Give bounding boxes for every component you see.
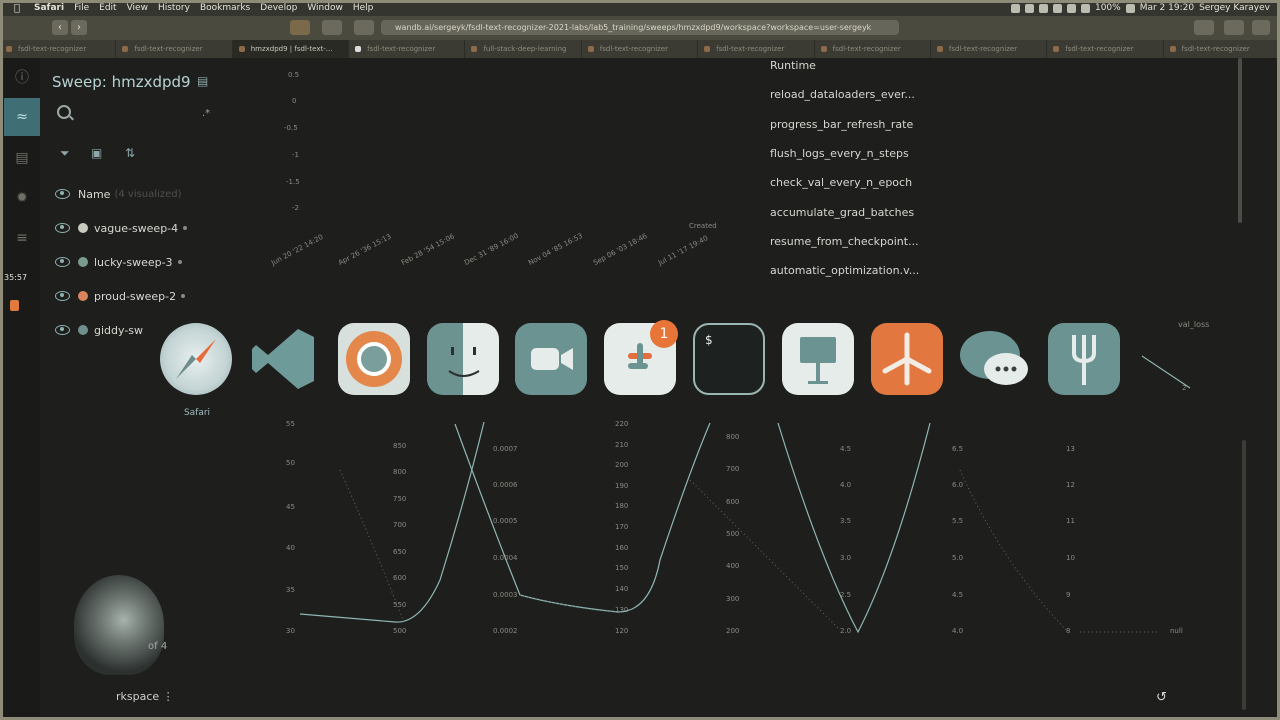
run-line-dotted	[339, 469, 406, 626]
undo-icon[interactable]: ↺	[1156, 690, 1167, 705]
chrome-icon[interactable]	[338, 323, 410, 395]
fork-app-icon[interactable]	[1048, 323, 1120, 395]
finder-face-icon	[448, 347, 480, 377]
pagination-label: of 4	[148, 641, 168, 652]
messages-icon[interactable]	[958, 323, 1030, 395]
pin-icon	[882, 332, 932, 386]
terminal-prompt: $	[705, 333, 713, 347]
dock-tooltip: Safari	[183, 408, 211, 418]
podium-icon	[800, 337, 836, 384]
run-line-dotted	[689, 479, 841, 631]
chrome-logo-icon	[346, 331, 402, 387]
run-line-dotted	[959, 469, 1067, 631]
pin-app-icon[interactable]	[871, 323, 943, 395]
zoom-icon[interactable]	[515, 323, 587, 395]
run-line	[777, 422, 931, 634]
workspace-label[interactable]: rkspace ⋮	[116, 690, 174, 703]
more-vert-icon[interactable]: ⋮	[163, 690, 174, 703]
compass-icon	[176, 339, 216, 379]
keynote-icon[interactable]	[782, 323, 854, 395]
webcam-avatar	[74, 575, 164, 675]
vscode-logo-icon	[252, 329, 314, 389]
chat-bubble-icon	[960, 331, 1028, 385]
finder-icon[interactable]	[427, 323, 499, 395]
terminal-icon[interactable]: $	[693, 323, 765, 395]
run-line	[1141, 355, 1191, 389]
run-line-dotted	[519, 594, 619, 613]
camera-icon	[531, 348, 573, 370]
fork-icon	[1072, 335, 1096, 385]
vscode-icon[interactable]	[248, 323, 320, 395]
notification-badge: 1	[650, 320, 678, 348]
run-line	[454, 422, 711, 613]
safari-icon[interactable]	[160, 323, 232, 395]
